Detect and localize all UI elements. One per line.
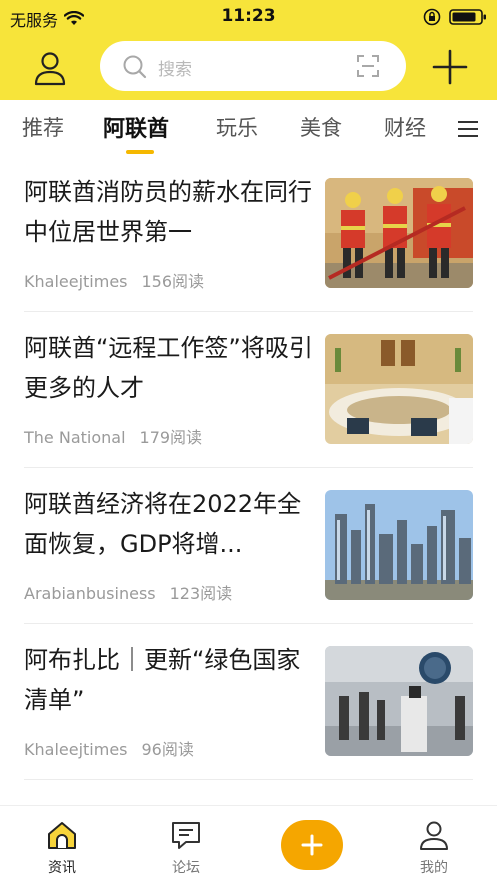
nav-label-forum: 论坛 [172, 860, 200, 876]
home-icon [48, 822, 76, 849]
profile-icon[interactable] [30, 48, 70, 88]
news-reads: 156阅读 [141, 272, 205, 291]
menu-icon[interactable] [457, 120, 479, 138]
tab-uae[interactable]: 阿联酋 [103, 111, 169, 143]
news-source: Khaleejtimes [24, 740, 128, 759]
status-bar: 无服务 11:23 [0, 0, 497, 34]
active-tab-indicator [126, 150, 154, 154]
nav-label-news: 资讯 [48, 860, 76, 876]
nav-news[interactable]: 资讯 [22, 818, 102, 877]
nav-forum[interactable]: 论坛 [146, 818, 226, 877]
search-icon [123, 55, 147, 79]
nav-mine[interactable]: 我的 [394, 818, 474, 877]
add-icon[interactable] [431, 48, 469, 86]
search-input[interactable]: 搜索 [158, 55, 192, 80]
rotation-lock-icon [423, 8, 441, 26]
news-title: 阿联酋“远程工作签”将吸引更多的人才 [24, 334, 313, 402]
news-source: The National [24, 428, 126, 447]
news-source: Arabianbusiness [24, 584, 156, 603]
news-meta: Khaleejtimes 156阅读 [24, 268, 204, 292]
app-header: 无服务 11:23 搜索 [0, 0, 497, 100]
top-bar: 搜索 [0, 36, 497, 96]
tab-recommend[interactable]: 推荐 [22, 112, 64, 142]
news-item[interactable]: 阿布扎比｜更新“绿色国家清单” Khaleejtimes 96阅读 [0, 624, 497, 780]
airport-photo [325, 646, 473, 756]
city-skyline-photo [325, 490, 473, 600]
tab-food[interactable]: 美食 [300, 112, 342, 142]
news-source: Khaleejtimes [24, 272, 128, 291]
tab-finance[interactable]: 财经 [384, 112, 426, 142]
news-item[interactable]: 阿联酋经济将在2022年全面恢复，GDP将增... Arabianbusines… [0, 468, 497, 624]
news-meta: The National 179阅读 [24, 424, 202, 448]
news-item[interactable]: 阿联酋消防员的薪水在同行中位居世界第一 Khaleejtimes 156阅读 [0, 156, 497, 312]
news-title: 阿联酋消防员的薪水在同行中位居世界第一 [24, 178, 312, 246]
profile-icon [420, 821, 448, 850]
news-title: 阿联酋经济将在2022年全面恢复，GDP将增... [24, 490, 302, 558]
tab-fun[interactable]: 玩乐 [216, 112, 258, 142]
nav-label-mine: 我的 [420, 860, 448, 876]
news-title: 阿布扎比｜更新“绿色国家清单” [24, 646, 301, 714]
battery-icon [449, 9, 486, 25]
news-reads: 123阅读 [169, 584, 233, 603]
news-reads: 96阅读 [141, 740, 194, 759]
firefighters-photo [325, 178, 473, 288]
category-tabs: 推荐 阿联酋 玩乐 美食 财经 [0, 100, 497, 156]
bottom-navigation: 资讯 论坛 我的 [0, 805, 497, 883]
item-divider [24, 779, 473, 780]
plus-icon [301, 834, 323, 856]
news-meta: Arabianbusiness 123阅读 [24, 580, 232, 604]
forum-icon [172, 822, 200, 849]
meeting-room-photo [325, 334, 473, 444]
search-bar[interactable]: 搜索 [100, 41, 406, 91]
news-item[interactable]: 阿联酋“远程工作签”将吸引更多的人才 The National 179阅读 [0, 312, 497, 468]
scan-icon[interactable] [356, 54, 380, 78]
post-button[interactable] [281, 820, 343, 870]
news-meta: Khaleejtimes 96阅读 [24, 736, 194, 760]
news-reads: 179阅读 [139, 428, 203, 447]
status-right [423, 8, 487, 26]
